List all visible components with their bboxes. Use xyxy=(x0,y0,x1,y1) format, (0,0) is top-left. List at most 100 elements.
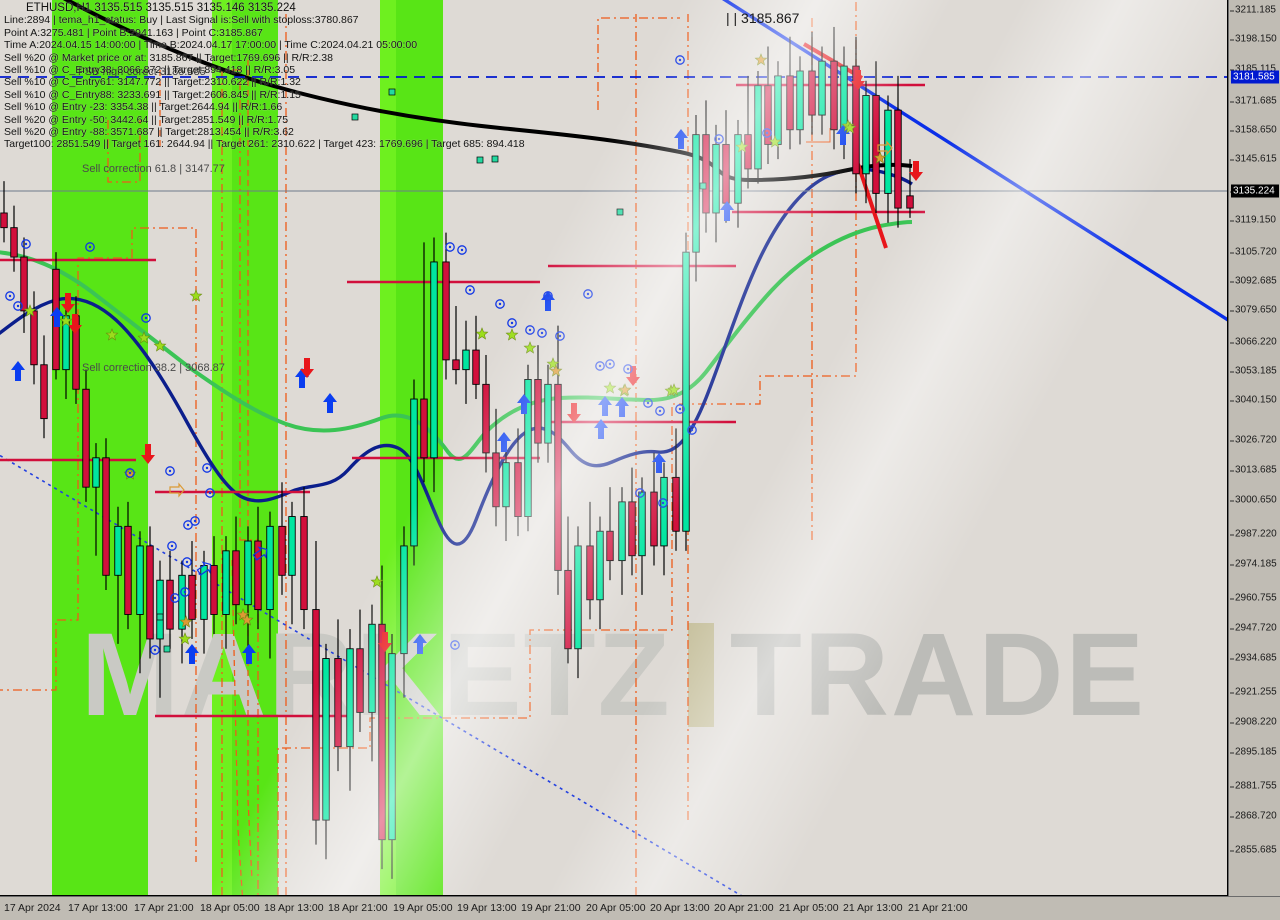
sell-signal-arrow-icon xyxy=(141,444,155,464)
candle-bull xyxy=(618,501,626,562)
info-line: Target100: 2851.549 || Target 161: 2644.… xyxy=(4,138,525,151)
arrow-glyph-icon xyxy=(169,482,185,498)
candle-bull xyxy=(754,85,762,170)
candlestick-series xyxy=(0,26,914,879)
fractal-dot-center-icon xyxy=(16,304,20,308)
candle-bear xyxy=(232,550,240,606)
candle-bear xyxy=(606,530,614,562)
fractal-dot-center-icon xyxy=(460,248,464,252)
candle-bear xyxy=(30,310,38,366)
chart-plot-area[interactable]: MARKETZ TRADE | | 3185.867 Sell correcti… xyxy=(0,0,1228,896)
fractal-dot-center-icon xyxy=(646,401,650,405)
fractal-dot-center-icon xyxy=(528,328,532,332)
candle-bear xyxy=(10,227,18,258)
fractal-channel-left xyxy=(0,227,197,862)
price-tick: 2868.720 xyxy=(1230,810,1277,822)
red-trend-down-mid xyxy=(856,163,888,249)
fractal-dot-center-icon xyxy=(626,367,630,371)
buy-signal-arrow-icon xyxy=(413,634,427,654)
fractal-dot-center-icon xyxy=(24,242,28,246)
price-tick: 2987.220 xyxy=(1230,528,1277,540)
candle-bull xyxy=(796,70,804,131)
candle-bull xyxy=(430,261,438,459)
bid-price-label: 3181.585 xyxy=(1231,70,1279,84)
candle-bull xyxy=(400,545,408,655)
price-scale[interactable]: 3211.185 3198.150 3185.115 3171.685 3158.650… xyxy=(1228,0,1280,896)
candle-bull xyxy=(244,540,252,606)
price-tick: 2908.220 xyxy=(1230,716,1277,728)
info-line: Point A:3275.481 | Point B:2941.163 | Po… xyxy=(4,26,263,39)
trading-chart-window: MARKETZ TRADE | | 3185.867 Sell correcti… xyxy=(0,0,1280,920)
price-tick: 2881.755 xyxy=(1230,780,1277,792)
micro-candle-marker xyxy=(491,155,499,163)
candle-bear xyxy=(300,516,308,611)
price-tick: 3040.150 xyxy=(1230,394,1277,406)
buy-signal-arrow-icon xyxy=(720,201,734,221)
fractal-dot-center-icon xyxy=(168,469,172,473)
micro-candle-marker xyxy=(476,156,484,164)
candle-bear xyxy=(808,70,816,116)
candle-bear xyxy=(356,648,364,713)
buy-signal-arrow-icon xyxy=(11,361,25,381)
candle-bull xyxy=(410,398,418,547)
candle-bear xyxy=(82,388,90,488)
time-tick: 17 Apr 2024 xyxy=(4,902,61,914)
time-scale[interactable]: 17 Apr 2024 17 Apr 13:00 17 Apr 21:00 18 Ap… xyxy=(0,896,1280,920)
fractal-dot-center-icon xyxy=(193,519,197,523)
sell-correction-382-label: Sell correction 38.2 | 3068.87 xyxy=(82,362,225,374)
trend-star-icon xyxy=(178,632,192,645)
price-tick: 2974.185 xyxy=(1230,558,1277,570)
price-tick: 3092.685 xyxy=(1230,275,1277,287)
current-price-label: 3135.224 xyxy=(1231,184,1279,198)
candle-bear xyxy=(650,491,658,547)
info-line: Time A:2024.04.15 14:00:00 | Time B:2024… xyxy=(4,39,418,52)
candle-bear xyxy=(312,609,320,821)
fractal-dot-center-icon xyxy=(678,407,682,411)
fractal-dot-center-icon xyxy=(153,648,157,652)
trend-star-icon xyxy=(475,327,489,340)
fractal-dot-center-icon xyxy=(88,245,92,249)
buy-signal-arrow-icon xyxy=(674,129,688,149)
price-tick: 3105.720 xyxy=(1230,246,1277,258)
candle-bull xyxy=(266,525,274,611)
time-tick: 19 Apr 05:00 xyxy=(393,902,453,914)
candle-bull xyxy=(818,60,826,116)
candle-bull xyxy=(774,75,782,145)
info-line: Sell %10 @ C_Entry38: 3066.872 || Target… xyxy=(4,64,296,77)
candle-bear xyxy=(672,476,680,532)
candle-bear xyxy=(492,452,500,508)
trend-star-icon xyxy=(370,575,384,588)
sell-correction-618-label: Sell correction 61.8 | 3147.77 xyxy=(82,163,225,175)
price-tick: 3000.650 xyxy=(1230,494,1277,506)
info-line: Sell %20 @ Entry -88: 3571.687 || Target… xyxy=(4,126,294,139)
fractal-dot-center-icon xyxy=(658,409,662,413)
candle-bull xyxy=(638,491,646,557)
candle-bull xyxy=(462,349,470,371)
fractal-dot-center-icon xyxy=(173,596,177,600)
time-tick: 19 Apr 13:00 xyxy=(457,902,517,914)
fractal-dot-center-icon xyxy=(205,466,209,470)
fractal-dot-center-icon xyxy=(608,362,612,366)
candle-bear xyxy=(0,212,8,229)
candle-bear xyxy=(472,349,480,385)
candle-bear xyxy=(564,569,572,650)
candle-bull xyxy=(502,462,510,508)
fractal-dot-center-icon xyxy=(144,316,148,320)
price-tick: 2895.185 xyxy=(1230,746,1277,758)
chart-info-panel: ETHUSD,H1 3135.515 3135.515 3135.146 313… xyxy=(4,2,525,151)
candle-bear xyxy=(514,462,522,517)
candle-bear xyxy=(102,457,110,576)
candle-bull xyxy=(544,383,552,444)
price-tick: 3145.615 xyxy=(1230,153,1277,165)
candle-bull xyxy=(388,653,396,841)
candle-bear xyxy=(722,143,730,204)
micro-candle-marker xyxy=(699,182,707,190)
candle-bull xyxy=(712,143,720,214)
candle-bear xyxy=(166,579,174,630)
candle-bear xyxy=(146,545,154,640)
info-line: Sell %10 @ C_Entry88: 3233.691 || Target… xyxy=(4,88,301,101)
candle-bull xyxy=(288,516,296,576)
candle-bull xyxy=(222,550,230,615)
candle-bear xyxy=(20,256,28,312)
info-line: Sell %10 @ C_Entry61: 3147.772 || Target… xyxy=(4,76,301,89)
